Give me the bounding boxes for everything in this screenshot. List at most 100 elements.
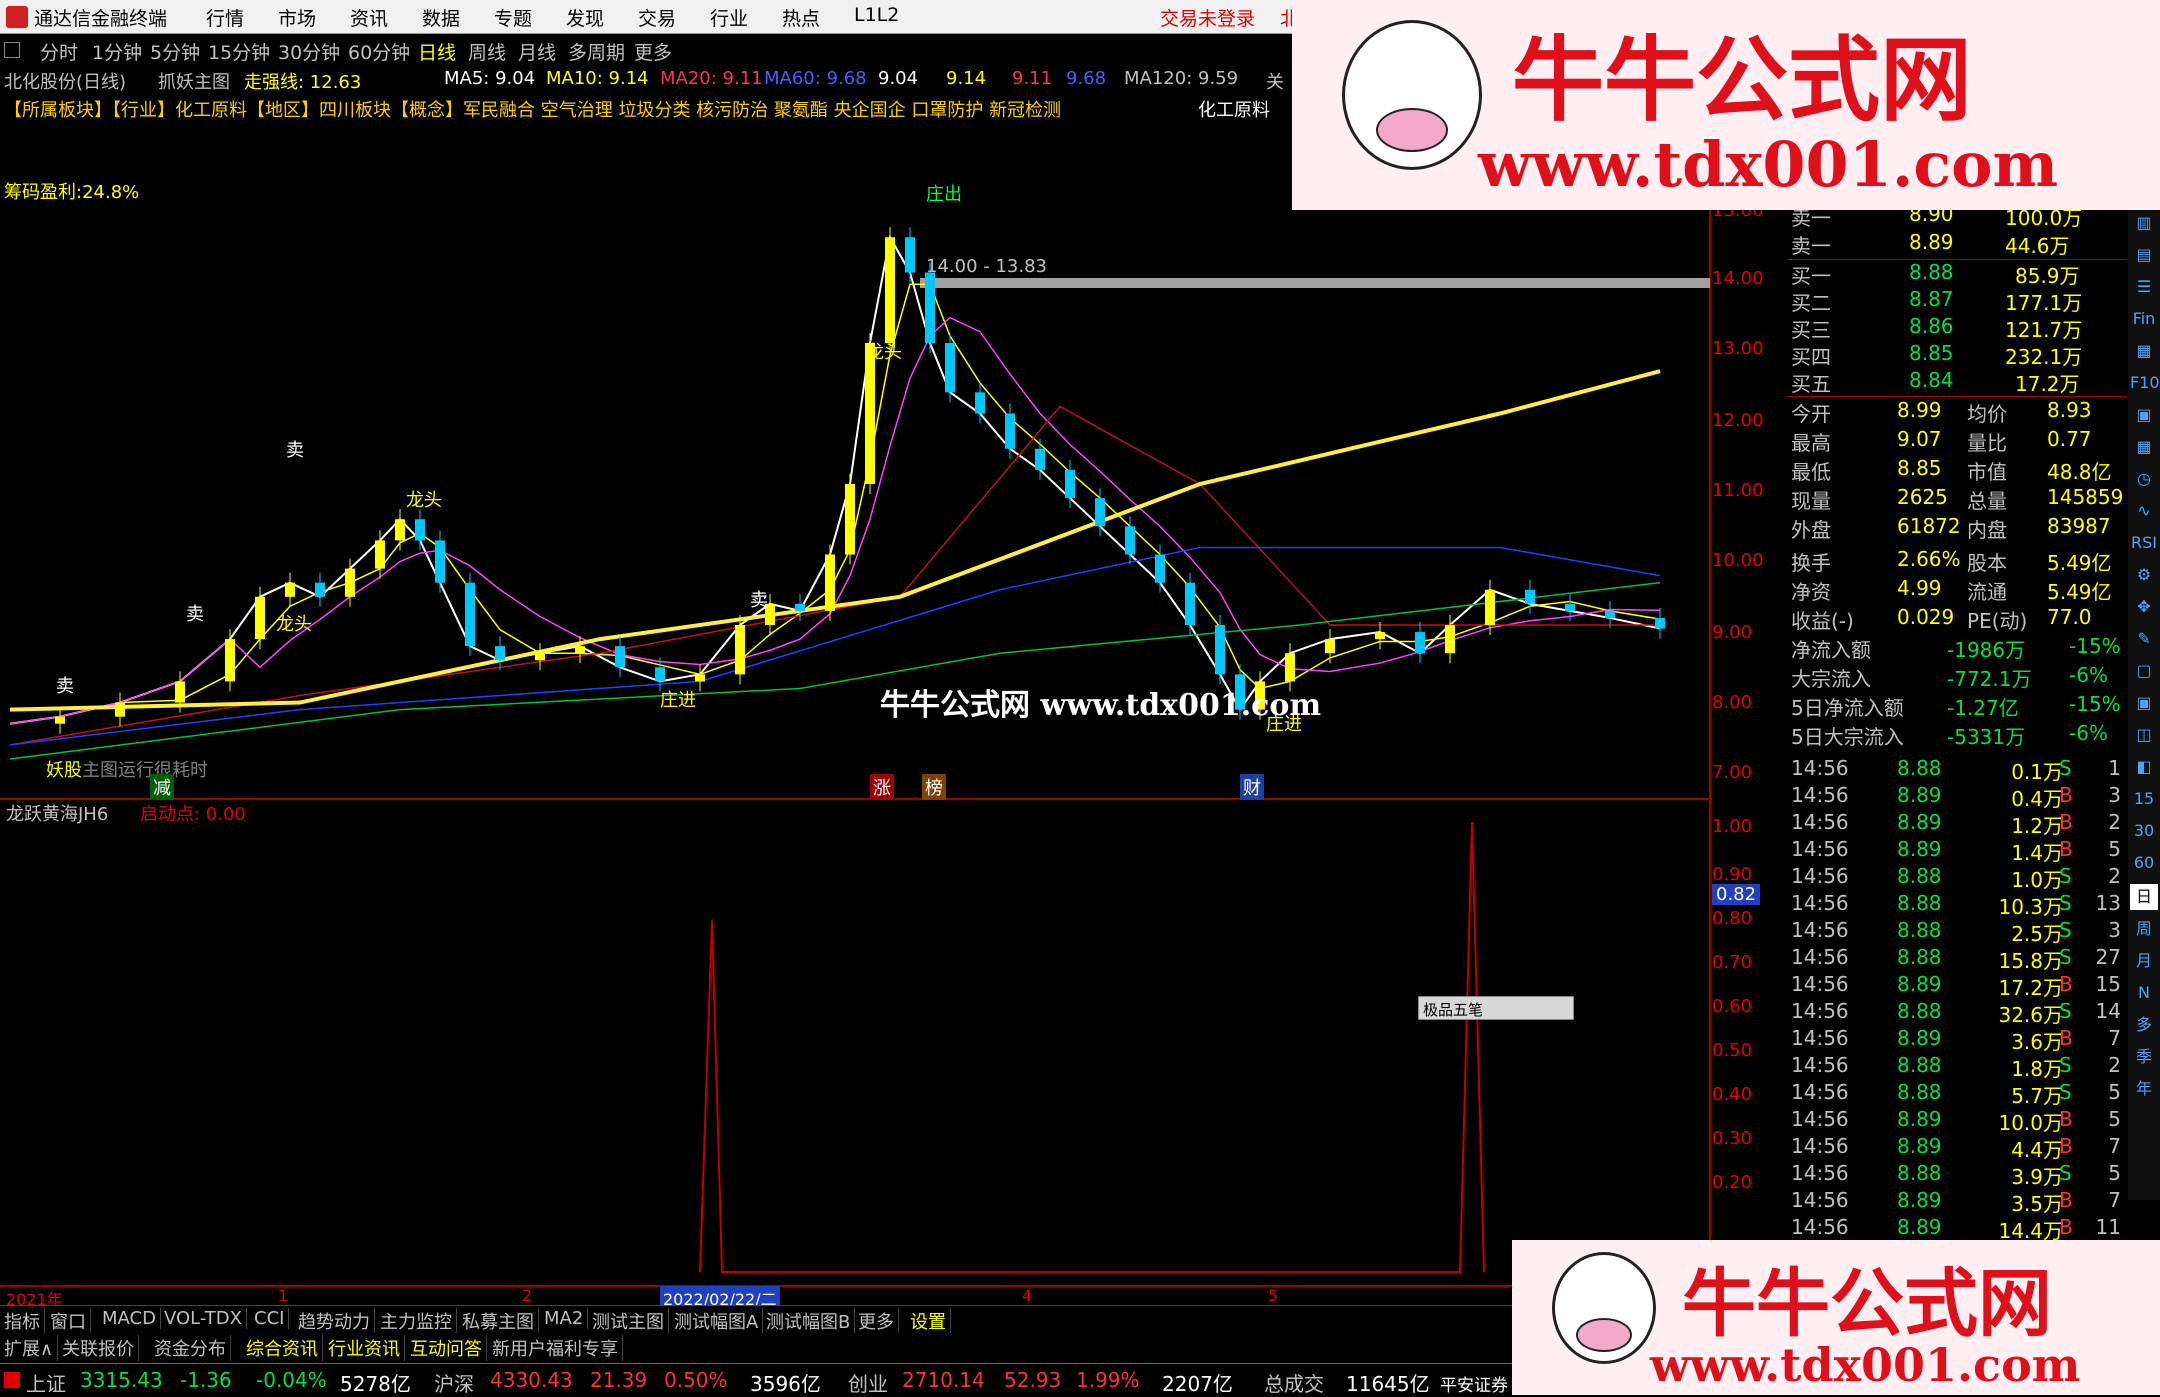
period-monthly[interactable]: 月线 [518, 38, 556, 65]
rsi-icon[interactable]: RSI [2130, 530, 2158, 556]
period-5min[interactable]: 5分钟 [150, 38, 200, 65]
period-multi-icon[interactable]: 多 [2130, 1012, 2158, 1038]
fs-icon[interactable]: ▢ [2130, 658, 2158, 684]
menu-shuju[interactable]: 数据 [422, 4, 460, 31]
wave-icon[interactable]: ∿ [2130, 498, 2158, 524]
sub-indicator-chart[interactable] [0, 800, 1712, 1288]
extension-tab[interactable]: 行业资讯 [324, 1335, 405, 1361]
indicator-tab[interactable]: VOL-TDX [160, 1308, 247, 1329]
tick-row[interactable]: 14:56 8.89 3.5万 B 7 [1787, 1188, 2127, 1216]
extension-tab[interactable]: 扩展∧ [0, 1335, 59, 1361]
period-n[interactable]: N [2130, 980, 2158, 1006]
indicator-tab[interactable]: 私募主图 [458, 1308, 539, 1334]
bid-row[interactable]: 买五 8.84 17.2万 [1787, 368, 2127, 397]
grid-icon[interactable]: ▦ [2130, 434, 2158, 460]
box2-icon[interactable]: ▣ [2130, 690, 2158, 716]
tick-row[interactable]: 14:56 8.88 1.8万 S 2 [1787, 1053, 2127, 1081]
menu-faxian[interactable]: 发现 [566, 4, 604, 31]
menu-shichang[interactable]: 市场 [278, 4, 316, 31]
period-60[interactable]: 60 [2130, 850, 2158, 876]
sub-title[interactable]: 龙跃黄海JH6 [6, 800, 108, 826]
kline-chart[interactable] [0, 120, 1712, 800]
move-icon[interactable]: ✥ [2130, 594, 2158, 620]
period-30[interactable]: 30 [2130, 818, 2158, 844]
formula-name[interactable]: 抓妖主图 [158, 68, 230, 94]
extension-tab[interactable]: 新用户福利专享 [488, 1335, 623, 1361]
indicator-tab[interactable]: CCI [250, 1308, 290, 1329]
tick-row[interactable]: 14:56 8.88 3.9万 S 5 [1787, 1161, 2127, 1189]
clock-icon[interactable]: ◷ [2130, 466, 2158, 492]
box4-icon[interactable]: ◧ [2130, 754, 2158, 780]
tick-row[interactable]: 14:56 8.89 17.2万 B 15 [1787, 972, 2127, 1000]
menu-l1l2[interactable]: L1L2 [854, 4, 899, 26]
menu-jiaoyi[interactable]: 交易 [638, 4, 676, 31]
period-week[interactable]: 周 [2130, 916, 2158, 942]
indicator-tab[interactable]: 窗口 [46, 1308, 91, 1334]
period-more[interactable]: 更多 [634, 38, 672, 65]
gear-icon[interactable]: ⚙ [2130, 562, 2158, 588]
period-day[interactable]: 日 [2130, 884, 2158, 910]
indicator-tab[interactable]: MACD [98, 1308, 161, 1329]
tick-row[interactable]: 14:56 8.89 3.6万 B 7 [1787, 1026, 2127, 1054]
tick-row[interactable]: 14:56 8.89 1.2万 B 2 [1787, 810, 2127, 838]
indicator-tab[interactable]: 测试幅图B [762, 1308, 856, 1334]
period-weekly[interactable]: 周线 [468, 38, 506, 65]
indicator-tab[interactable]: 测试幅图A [670, 1308, 764, 1334]
tick-row[interactable]: 14:56 8.88 0.1万 S 1 [1787, 756, 2127, 784]
period-fenshi[interactable]: 分时 [40, 38, 78, 65]
fin-icon[interactable]: Fin [2130, 306, 2158, 332]
kline-icon[interactable]: ▤ [2130, 242, 2158, 268]
login-status[interactable]: 交易未登录 [1160, 4, 1255, 31]
extension-tab[interactable]: 综合资讯 [242, 1335, 323, 1361]
tick-row[interactable]: 14:56 8.89 4.4万 B 7 [1787, 1134, 2127, 1162]
tick-row[interactable]: 14:56 8.89 0.4万 B 3 [1787, 783, 2127, 811]
box-icon[interactable]: ▣ [2130, 402, 2158, 428]
menu-hangye[interactable]: 行业 [710, 4, 748, 31]
tick-row[interactable]: 14:56 8.88 1.0万 S 2 [1787, 864, 2127, 892]
indicator-tab[interactable]: 测试主图 [588, 1308, 669, 1334]
menu-redian[interactable]: 热点 [782, 4, 820, 31]
concept-text[interactable]: 【所属板块】【行业】化工原料【地区】四川板块【概念】军民融合 空气治理 垃圾分类… [4, 96, 1061, 122]
indicator-tab[interactable]: 趋势动力 [294, 1308, 375, 1334]
ime-toolbar[interactable]: 极品五笔 [1418, 996, 1574, 1020]
menu-zhuanti[interactable]: 专题 [494, 4, 532, 31]
tick-row[interactable]: 14:56 8.88 32.6万 S 14 [1787, 999, 2127, 1027]
bid-row[interactable]: 买二 8.87 177.1万 [1787, 287, 2127, 316]
period-multi[interactable]: 多周期 [568, 38, 625, 65]
ticks-block[interactable]: 14:56 8.88 0.1万 S 1 14:56 8.89 0.4万 B 3 … [1787, 756, 2127, 1243]
period-quarter[interactable]: 季 [2130, 1044, 2158, 1070]
tick-row[interactable]: 14:56 8.89 14.4万 B 11 [1787, 1215, 2127, 1243]
tick-row[interactable]: 14:56 8.89 10.0万 B 5 [1787, 1107, 2127, 1135]
tick-row[interactable]: 14:56 8.89 1.4万 B 5 [1787, 837, 2127, 865]
ask-row[interactable]: 卖一 8.89 44.6万 [1787, 230, 2127, 259]
table-icon[interactable]: ▦ [2130, 338, 2158, 364]
f10-icon[interactable]: F10 [2130, 370, 2160, 396]
period-15[interactable]: 15 [2130, 786, 2158, 812]
indicator-tab[interactable]: 主力监控 [376, 1308, 457, 1334]
tick-row[interactable]: 14:56 8.88 15.8万 S 27 [1787, 945, 2127, 973]
indicator-tab[interactable]: 更多 [854, 1308, 899, 1334]
menu-hangqing[interactable]: 行情 [206, 4, 244, 31]
period-year[interactable]: 年 [2130, 1076, 2158, 1102]
extension-tab[interactable]: 关联报价 [58, 1335, 139, 1361]
extension-tab[interactable]: 互动问答 [406, 1335, 487, 1361]
chart-icon[interactable]: ▥ [2130, 210, 2158, 236]
bid-row[interactable]: 买四 8.85 232.1万 [1787, 341, 2127, 370]
period-month[interactable]: 月 [2130, 948, 2158, 974]
indicator-tab[interactable]: MA2 [540, 1308, 589, 1329]
extension-tab[interactable]: 资金分布 [150, 1335, 231, 1361]
indicator-tab[interactable]: 设置 [906, 1308, 951, 1334]
bid-row[interactable]: 买三 8.86 121.7万 [1787, 314, 2127, 343]
sh-name[interactable]: 上证 [26, 1368, 66, 1397]
period-30min[interactable]: 30分钟 [278, 38, 340, 65]
tick-row[interactable]: 14:56 8.88 10.3万 S 13 [1787, 891, 2127, 919]
period-daily[interactable]: 日线 [418, 38, 456, 65]
menu-zixun[interactable]: 资讯 [350, 4, 388, 31]
indicator-tab[interactable]: 指标 [0, 1308, 45, 1334]
cy-name[interactable]: 创业 [848, 1368, 888, 1397]
period-60min[interactable]: 60分钟 [348, 38, 410, 65]
box3-icon[interactable]: ◫ [2130, 722, 2158, 748]
list-icon[interactable]: ☰ [2130, 274, 2158, 300]
tick-row[interactable]: 14:56 8.88 5.7万 S 5 [1787, 1080, 2127, 1108]
hs-name[interactable]: 沪深 [434, 1368, 474, 1397]
